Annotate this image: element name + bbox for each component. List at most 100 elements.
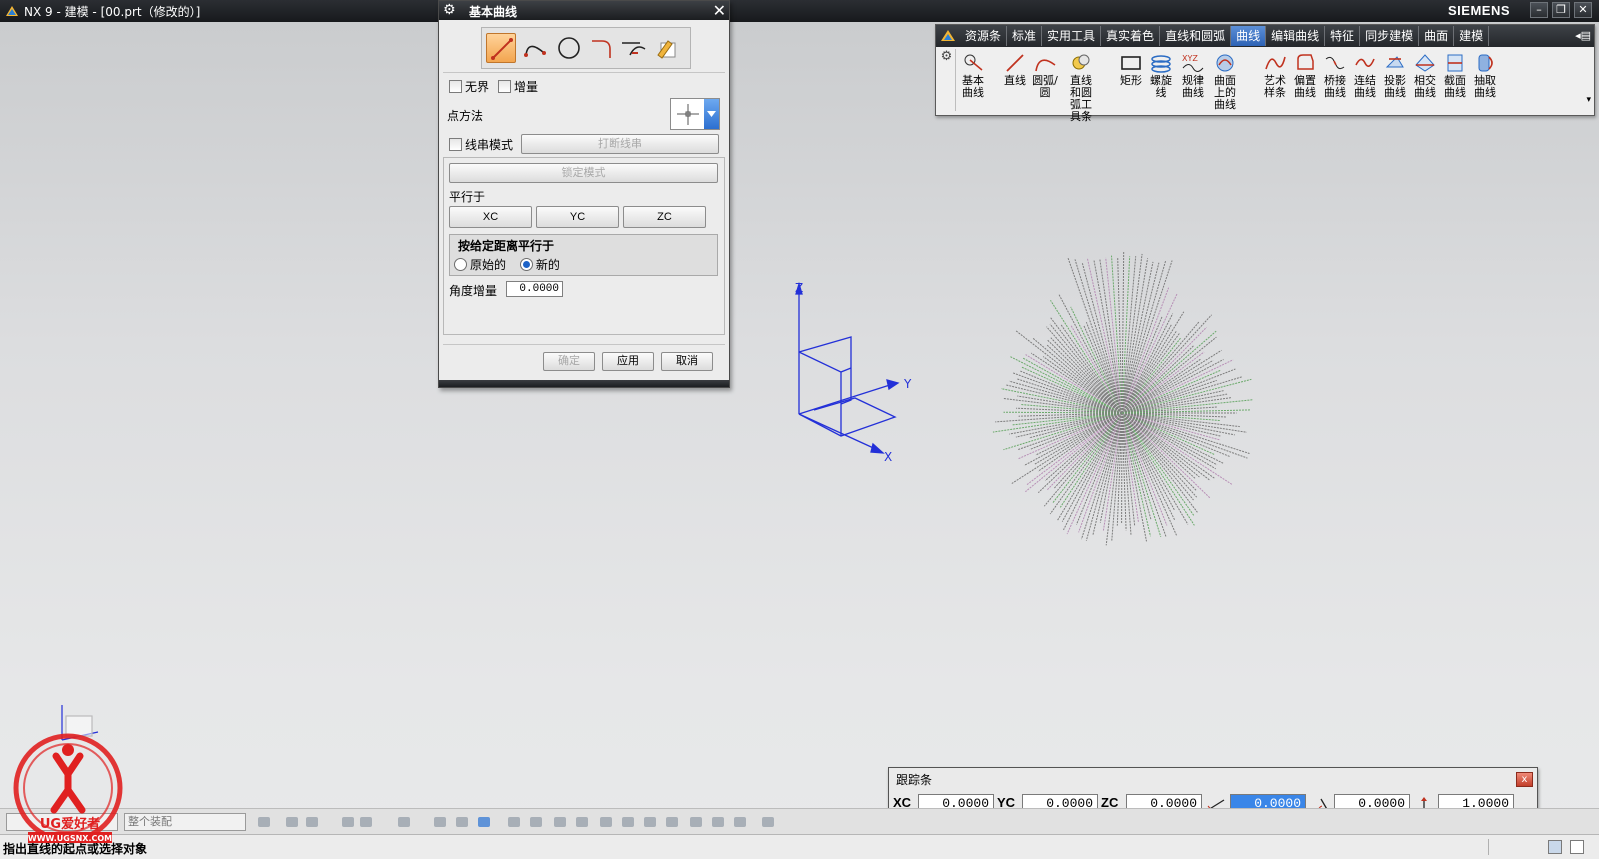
close-icon[interactable]: x (1516, 772, 1533, 787)
select-icon[interactable] (284, 814, 300, 830)
snap-point-icon[interactable] (688, 814, 704, 830)
extract-curve-tool[interactable]: 抽取 曲线 (1470, 51, 1500, 99)
snap-tangent-icon[interactable] (574, 814, 590, 830)
tab-7[interactable]: 特征 (1325, 26, 1361, 46)
tab-4[interactable]: 直线和圆弧 (1160, 26, 1232, 46)
angle-increment-input[interactable]: 0.0000 (506, 281, 563, 297)
curve-line[interactable] (1046, 326, 1123, 414)
curve-line[interactable] (1057, 412, 1123, 521)
tab-10[interactable]: 建模 (1454, 26, 1490, 46)
tab-2[interactable]: 实用工具 (1042, 26, 1102, 46)
layer-icon[interactable] (760, 814, 776, 830)
section-curve-tool[interactable]: 截面 曲线 (1440, 51, 1470, 99)
offset-curve-tool[interactable]: 偏置 曲线 (1290, 51, 1320, 99)
curve-line[interactable] (1121, 412, 1195, 517)
full-screen-icon[interactable] (1570, 840, 1584, 854)
unbounded-checkbox[interactable]: 无界 (449, 78, 489, 95)
status-icon[interactable] (1548, 840, 1562, 854)
join-curve-tool[interactable]: 连结 曲线 (1350, 51, 1380, 99)
snap-icon[interactable] (304, 814, 320, 830)
curve-line[interactable] (1121, 412, 1194, 501)
tab-8[interactable]: 同步建模 (1360, 26, 1420, 46)
curve-on-surface-tool[interactable]: 曲面上的 曲线 (1210, 51, 1240, 111)
line-tool-button[interactable] (486, 33, 516, 63)
curve-line[interactable] (1060, 324, 1123, 414)
studio-spline-tool[interactable]: 艺术 样条 (1260, 51, 1290, 99)
snap-mid-icon[interactable] (528, 814, 544, 830)
curve-line[interactable] (1121, 412, 1211, 499)
curve-line[interactable] (1003, 411, 1123, 414)
snap-center-icon[interactable] (642, 814, 658, 830)
cube-icon[interactable] (476, 814, 492, 830)
arc-circle-tool[interactable]: 圆弧/ 圆 (1030, 51, 1060, 99)
curve-line[interactable] (1116, 412, 1123, 526)
helix-tool[interactable]: 螺旋 线 (1146, 51, 1176, 99)
selection-scope-dropdown[interactable]: 整个装配 (124, 813, 246, 831)
toolbar-grip[interactable]: ⚙ (938, 49, 956, 111)
break-string-button[interactable]: 打断线串 (521, 134, 719, 154)
minimize-button[interactable]: – (1530, 2, 1548, 18)
curve-line[interactable] (1121, 412, 1216, 480)
xc-button[interactable]: XC (449, 206, 532, 228)
curve-line[interactable] (1121, 321, 1200, 414)
curve-line[interactable] (1117, 257, 1123, 414)
bridge-curve-tool[interactable]: 桥接 曲线 (1320, 51, 1350, 99)
string-mode-checkbox[interactable]: 线串模式 (449, 136, 513, 153)
new-radio[interactable]: 新的 (519, 256, 560, 273)
restore-button[interactable]: ❐ (1552, 2, 1570, 18)
tab-5[interactable]: 曲线 (1231, 26, 1267, 46)
incremental-checkbox[interactable]: 增量 (498, 78, 538, 95)
original-radio[interactable]: 原始的 (454, 256, 506, 273)
curve-line[interactable] (1037, 412, 1123, 494)
law-curve-tool[interactable]: XYZ 规律 曲线 (1178, 51, 1208, 99)
tab-1[interactable]: 标准 (1007, 26, 1043, 46)
chevron-down-icon[interactable] (704, 99, 719, 129)
shaded-icon[interactable] (432, 814, 448, 830)
basic-curves-tool[interactable]: 基本 曲线 (958, 51, 988, 99)
gear-icon[interactable]: ⚙ (443, 2, 456, 18)
curve-line[interactable] (1121, 412, 1127, 531)
snap-line-icon[interactable] (552, 814, 568, 830)
move-icon[interactable] (340, 814, 356, 830)
lock-mode-button[interactable]: 锁定模式 (449, 163, 718, 183)
line-tool[interactable]: 直线 (1000, 51, 1030, 87)
tab-3[interactable]: 真实着色 (1101, 26, 1161, 46)
point-method-dropdown[interactable] (670, 98, 720, 130)
curve-line[interactable] (1025, 354, 1123, 414)
filter-icon[interactable] (256, 814, 272, 830)
close-icon[interactable]: ✕ (713, 1, 726, 20)
line-burst-geometry[interactable] (992, 251, 1254, 546)
snap-onl-icon[interactable] (710, 814, 726, 830)
yc-button[interactable]: YC (536, 206, 619, 228)
zc-button[interactable]: ZC (623, 206, 706, 228)
circle-tool-button[interactable] (554, 33, 584, 63)
snap-curve-icon[interactable] (598, 814, 614, 830)
tab-9[interactable]: 曲面 (1419, 26, 1455, 46)
snap-intersect-icon[interactable] (620, 814, 636, 830)
trim-tool-button[interactable] (618, 33, 648, 63)
chevron-down-icon[interactable]: ▾ (1586, 95, 1591, 105)
tab-6[interactable]: 编辑曲线 (1266, 26, 1326, 46)
snap-quadrant-icon[interactable] (664, 814, 680, 830)
edit-curve-tool-button[interactable] (652, 33, 682, 63)
solid-icon[interactable] (454, 814, 470, 830)
rect-select-icon[interactable] (396, 814, 412, 830)
apply-button[interactable]: 应用 (602, 352, 654, 371)
curve-line[interactable] (1049, 412, 1123, 515)
cancel-button[interactable]: 取消 (661, 352, 713, 371)
tab-0[interactable]: 资源条 (960, 26, 1008, 46)
curve-line[interactable] (1121, 358, 1202, 414)
snap-end-icon[interactable] (506, 814, 522, 830)
curve-line[interactable] (1121, 345, 1195, 414)
graphics-window[interactable]: Z Y X (0, 22, 1599, 802)
toolbar-options-icon[interactable]: ◂▤ (1575, 29, 1591, 42)
line-arc-toolbar-tool[interactable]: 直线和圆 弧工具条 (1066, 51, 1096, 123)
fillet-tool-button[interactable] (586, 33, 616, 63)
intersect-curve-tool[interactable]: 相交 曲线 (1410, 51, 1440, 99)
curve-line[interactable] (1010, 356, 1123, 414)
project-curve-tool[interactable]: 投影 曲线 (1380, 51, 1410, 99)
transform-icon[interactable] (358, 814, 374, 830)
snap-face-icon[interactable] (732, 814, 748, 830)
close-window-button[interactable]: ✕ (1574, 2, 1592, 18)
rectangle-tool[interactable]: 矩形 (1116, 51, 1146, 87)
